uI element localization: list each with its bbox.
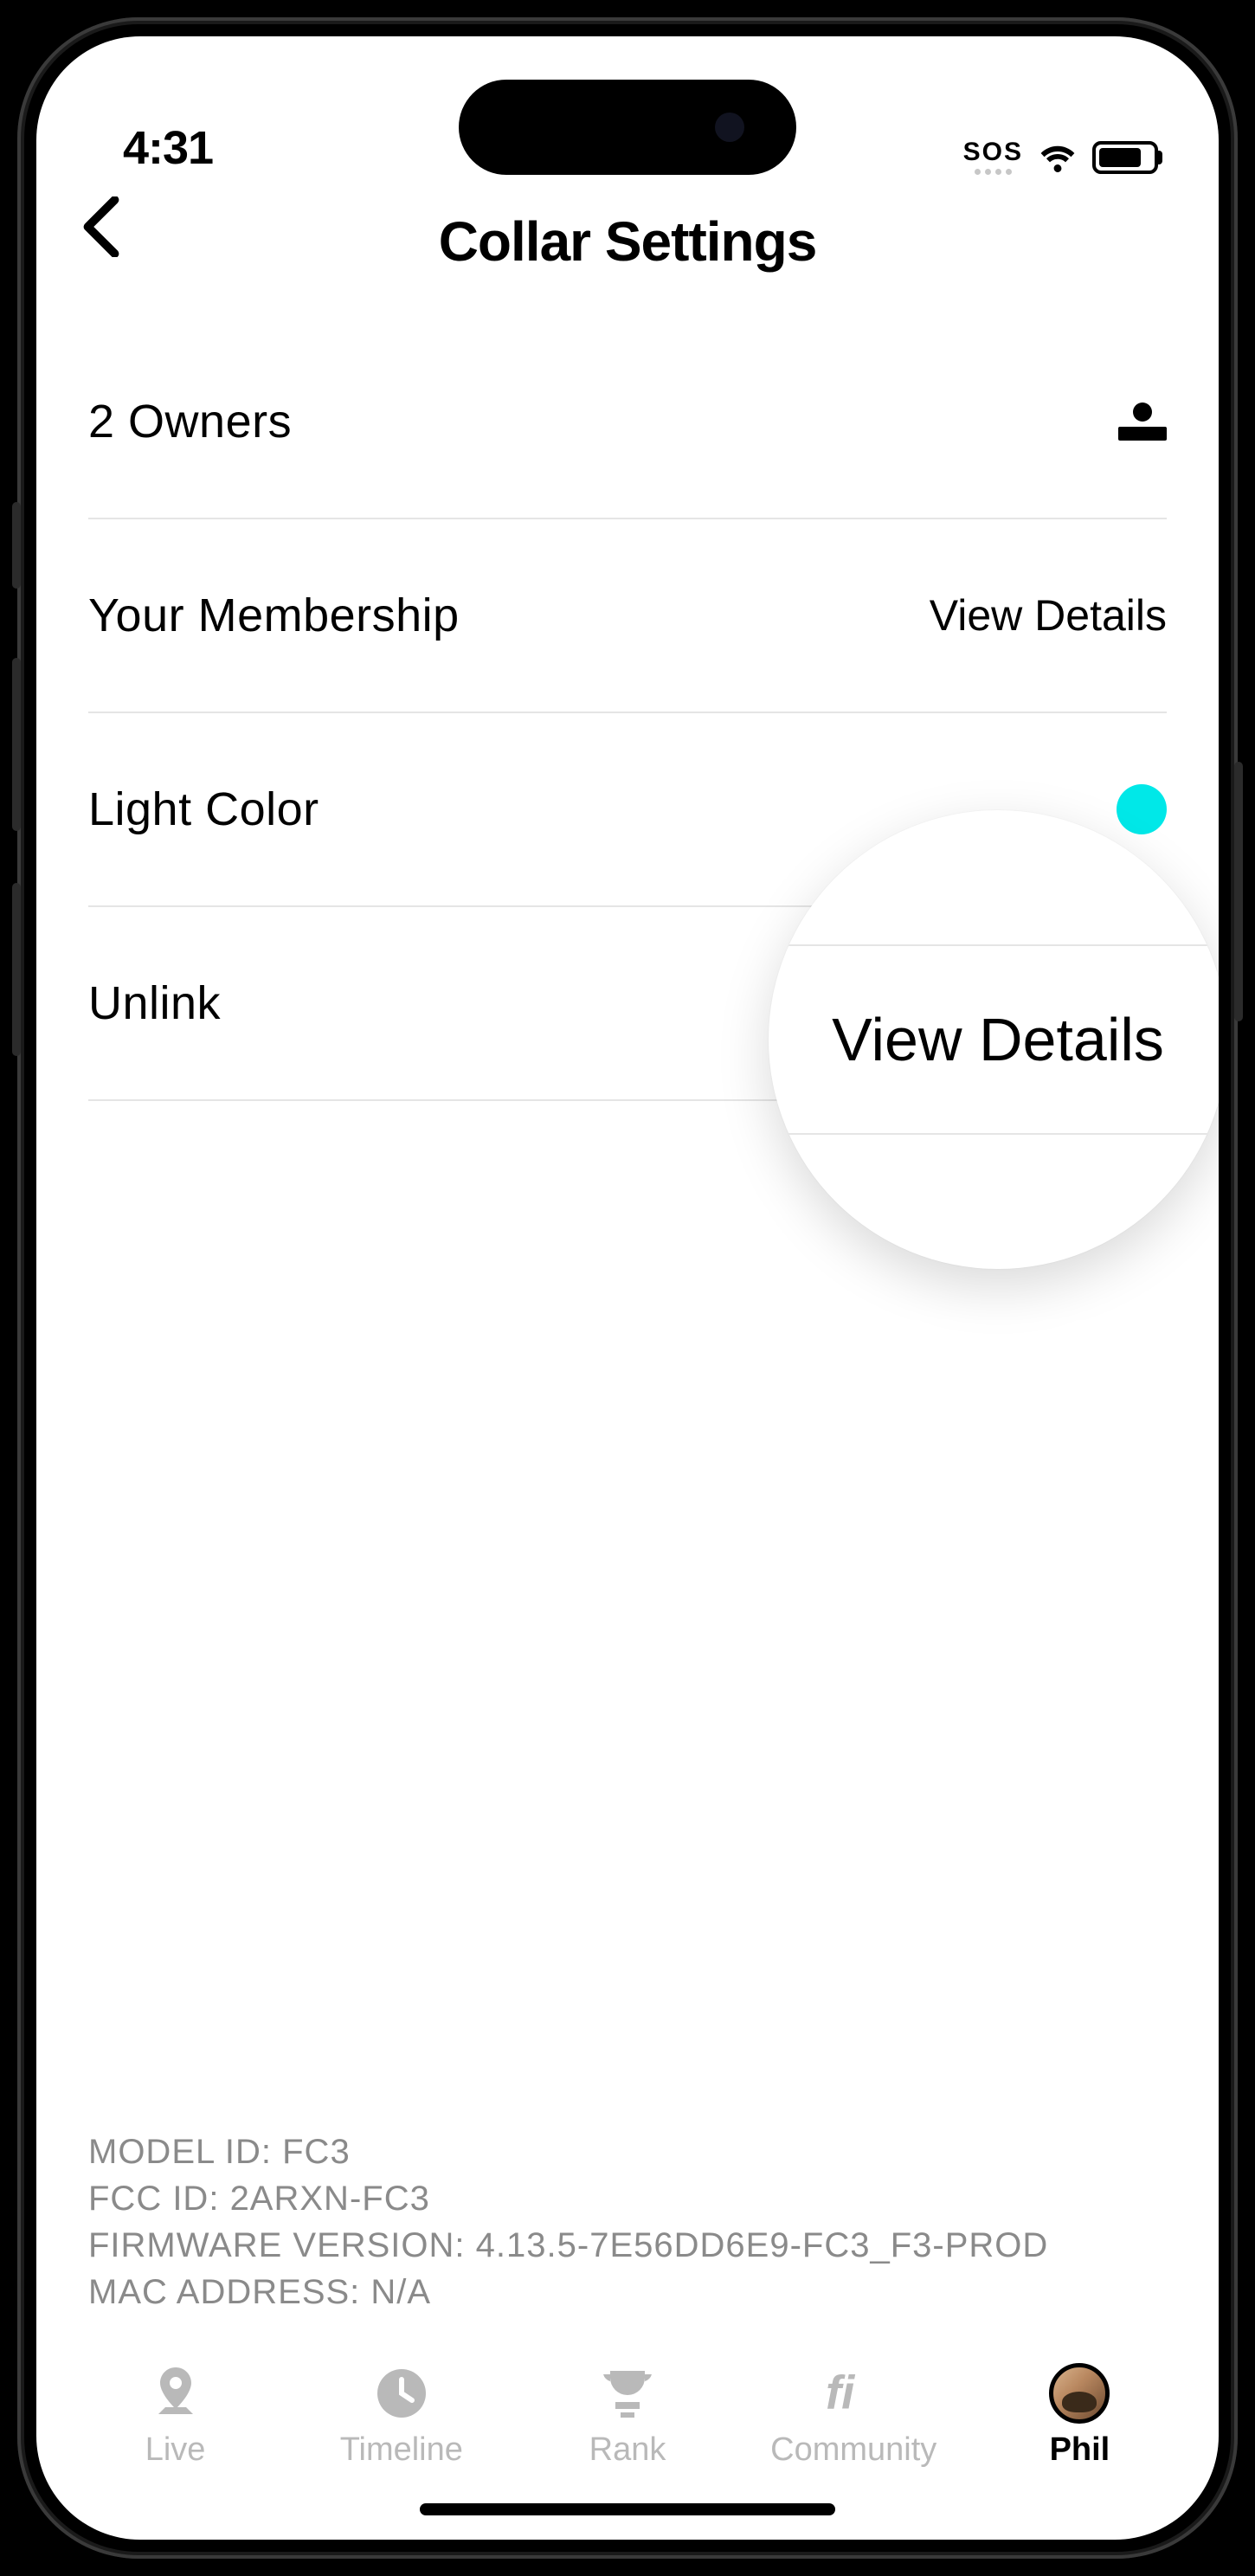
header: Collar Settings <box>36 175 1219 325</box>
row-light-color-label: Light Color <box>88 782 319 836</box>
avatar-icon <box>1049 2367 1110 2419</box>
magnifier-callout: View Details <box>769 810 1219 1269</box>
tab-phil-label: Phil <box>1050 2431 1110 2469</box>
row-owners[interactable]: 2 Owners <box>88 325 1167 519</box>
firmware-line: FIRMWARE VERSION: 4.13.5-7E56DD6E9-FC3_F… <box>88 2222 1167 2269</box>
wifi-icon <box>1037 142 1078 173</box>
mac-line: MAC ADDRESS: N/A <box>88 2269 1167 2315</box>
row-unlink-label: Unlink <box>88 976 221 1030</box>
row-owners-label: 2 Owners <box>88 395 292 448</box>
tab-rank[interactable]: Rank <box>514 2367 740 2469</box>
page-title: Collar Settings <box>71 209 1184 274</box>
tab-rank-label: Rank <box>589 2431 666 2469</box>
fcc-id-label: FCC ID: <box>88 2180 219 2218</box>
device-info: MODEL ID: FC3 FCC ID: 2ARXN-FC3 FIRMWARE… <box>36 2128 1219 2350</box>
battery-fill <box>1099 148 1141 167</box>
power-button <box>1234 762 1243 1021</box>
magnifier-text: View Details <box>769 918 1219 1161</box>
back-button[interactable] <box>71 192 132 261</box>
add-owner-icon <box>1118 402 1167 441</box>
rank-icon <box>597 2367 658 2419</box>
timeline-icon <box>371 2367 432 2419</box>
sos-label: SOS <box>963 139 1023 165</box>
side-button <box>12 502 21 589</box>
phone-frame: 4:31 SOS <box>17 17 1238 2559</box>
tab-live[interactable]: Live <box>62 2367 288 2469</box>
row-membership[interactable]: Your Membership View Details <box>88 519 1167 713</box>
cellular-sos: SOS <box>963 139 1023 175</box>
tab-phil[interactable]: Phil <box>967 2367 1193 2469</box>
screen: 4:31 SOS <box>36 36 1219 2540</box>
chevron-left-icon <box>80 196 123 257</box>
community-icon: fi <box>823 2367 884 2419</box>
mac-label: MAC ADDRESS: <box>88 2273 360 2311</box>
volume-up-button <box>12 658 21 831</box>
sos-dots <box>975 169 1012 175</box>
model-id-value: FC3 <box>282 2133 351 2171</box>
live-icon <box>145 2367 206 2419</box>
mac-value: N/A <box>370 2273 431 2311</box>
status-time: 4:31 <box>123 121 213 175</box>
battery-icon <box>1092 141 1158 174</box>
row-membership-value: View Details <box>930 590 1167 641</box>
fcc-id-value: 2ARXN-FC3 <box>230 2180 430 2218</box>
tab-community-label: Community <box>770 2431 936 2469</box>
avatar <box>1049 2363 1110 2424</box>
tab-timeline-label: Timeline <box>340 2431 463 2469</box>
firmware-value: 4.13.5-7E56DD6E9-FC3_F3-PROD <box>476 2226 1049 2264</box>
tab-community[interactable]: fi Community <box>741 2367 967 2469</box>
tab-bar: Live Timeline Rank fi Community <box>36 2350 1219 2477</box>
fcc-id-line: FCC ID: 2ARXN-FC3 <box>88 2175 1167 2222</box>
model-id-line: MODEL ID: FC3 <box>88 2128 1167 2175</box>
content: 2 Owners Your Membership View Details Li… <box>36 325 1219 2350</box>
volume-down-button <box>12 883 21 1056</box>
status-right: SOS <box>963 139 1158 175</box>
home-indicator[interactable] <box>420 2503 835 2515</box>
row-membership-label: Your Membership <box>88 589 460 642</box>
svg-text:fi: fi <box>826 2368 856 2418</box>
light-color-swatch <box>1117 784 1167 834</box>
tab-live-label: Live <box>145 2431 206 2469</box>
model-id-label: MODEL ID: <box>88 2133 272 2171</box>
firmware-label: FIRMWARE VERSION: <box>88 2226 466 2264</box>
tab-timeline[interactable]: Timeline <box>288 2367 514 2469</box>
dynamic-island <box>459 80 796 175</box>
